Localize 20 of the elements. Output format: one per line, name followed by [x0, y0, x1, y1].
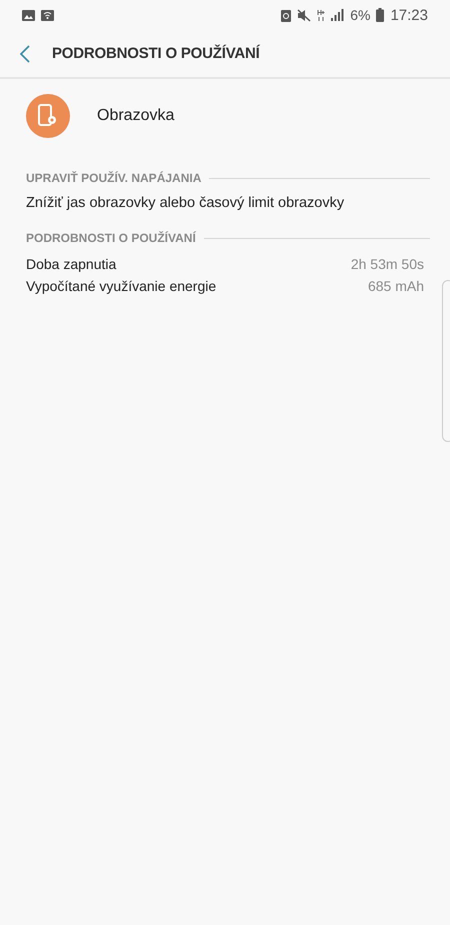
- detail-label: Vypočítané využívanie energie: [26, 277, 216, 295]
- wifi-icon: [41, 10, 54, 20]
- battery-saver-icon: [281, 8, 292, 22]
- action-item[interactable]: Znížiť jas obrazovky alebo časový limit obrazovky: [26, 193, 430, 213]
- section-header: UPRAVIŤ POUŽÍV. NAPÁJANIA: [26, 171, 202, 185]
- network-type-icon: [317, 8, 326, 22]
- detail-label: Doba zapnutia: [26, 255, 116, 273]
- screen-title: PODROBNOSTI O POUŽÍVANÍ: [52, 45, 260, 62]
- image-icon: [22, 10, 35, 20]
- app-name: Obrazovka: [97, 107, 174, 125]
- detail-value: 685 mAh: [368, 277, 424, 295]
- back-icon[interactable]: [20, 44, 30, 62]
- app-icon: [26, 94, 70, 138]
- battery-icon: [376, 8, 384, 22]
- mute-icon: [297, 8, 312, 22]
- battery-percent: 6%: [350, 7, 370, 23]
- section-header: PODROBNOSTI O POUŽÍVANÍ: [26, 231, 196, 245]
- signal-icon: [331, 9, 344, 21]
- clock: 17:23: [390, 6, 428, 24]
- detail-value: 2h 53m 50s: [350, 255, 424, 273]
